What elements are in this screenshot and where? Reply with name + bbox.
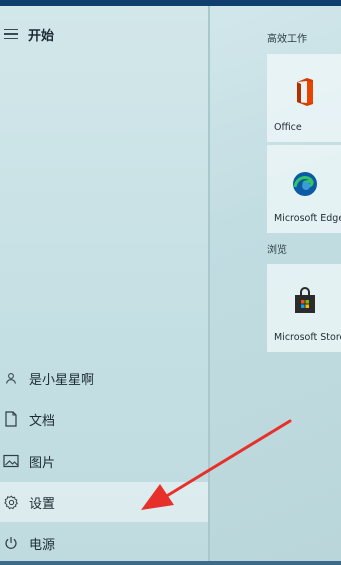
user-icon: [3, 370, 19, 386]
tile-store[interactable]: Microsoft Store: [267, 264, 341, 352]
menu-item-user[interactable]: 是小星星啊: [0, 358, 208, 398]
menu-item-documents[interactable]: 文档: [0, 399, 208, 439]
menu-item-settings[interactable]: 设置: [0, 482, 208, 522]
tile-office-label: Office: [274, 122, 302, 133]
tile-group-label-productivity: 高效工作: [267, 34, 307, 45]
taskbar-edge: [0, 561, 341, 565]
documents-label: 文档: [29, 413, 56, 429]
hamburger-menu-icon[interactable]: [4, 29, 18, 39]
tile-edge[interactable]: Microsoft Edge: [267, 145, 341, 233]
edge-icon: [293, 172, 317, 196]
office-icon: [297, 78, 313, 106]
settings-label: 设置: [29, 496, 56, 512]
tile-store-label: Microsoft Store: [274, 332, 341, 343]
tile-group-label-browse: 浏览: [267, 245, 287, 256]
picture-icon: [3, 453, 19, 469]
gear-icon: [3, 494, 19, 510]
tile-office[interactable]: Office: [267, 54, 341, 142]
pictures-label: 图片: [29, 455, 56, 471]
menu-item-pictures[interactable]: 图片: [0, 441, 208, 481]
document-icon: [3, 411, 19, 427]
tile-edge-label: Microsoft Edge: [274, 213, 341, 224]
menu-item-power[interactable]: 电源: [0, 523, 208, 563]
power-label: 电源: [29, 537, 56, 553]
start-header: 开始: [0, 22, 208, 46]
panel-divider: [208, 6, 210, 565]
start-menu-window: 开始 是小星星啊 文档 图片 设置 电源 高效工作 Office Microso…: [0, 0, 341, 565]
user-label: 是小星星啊: [29, 372, 95, 388]
start-title: 开始: [28, 28, 55, 44]
store-icon: [295, 287, 315, 313]
power-icon: [3, 535, 19, 551]
